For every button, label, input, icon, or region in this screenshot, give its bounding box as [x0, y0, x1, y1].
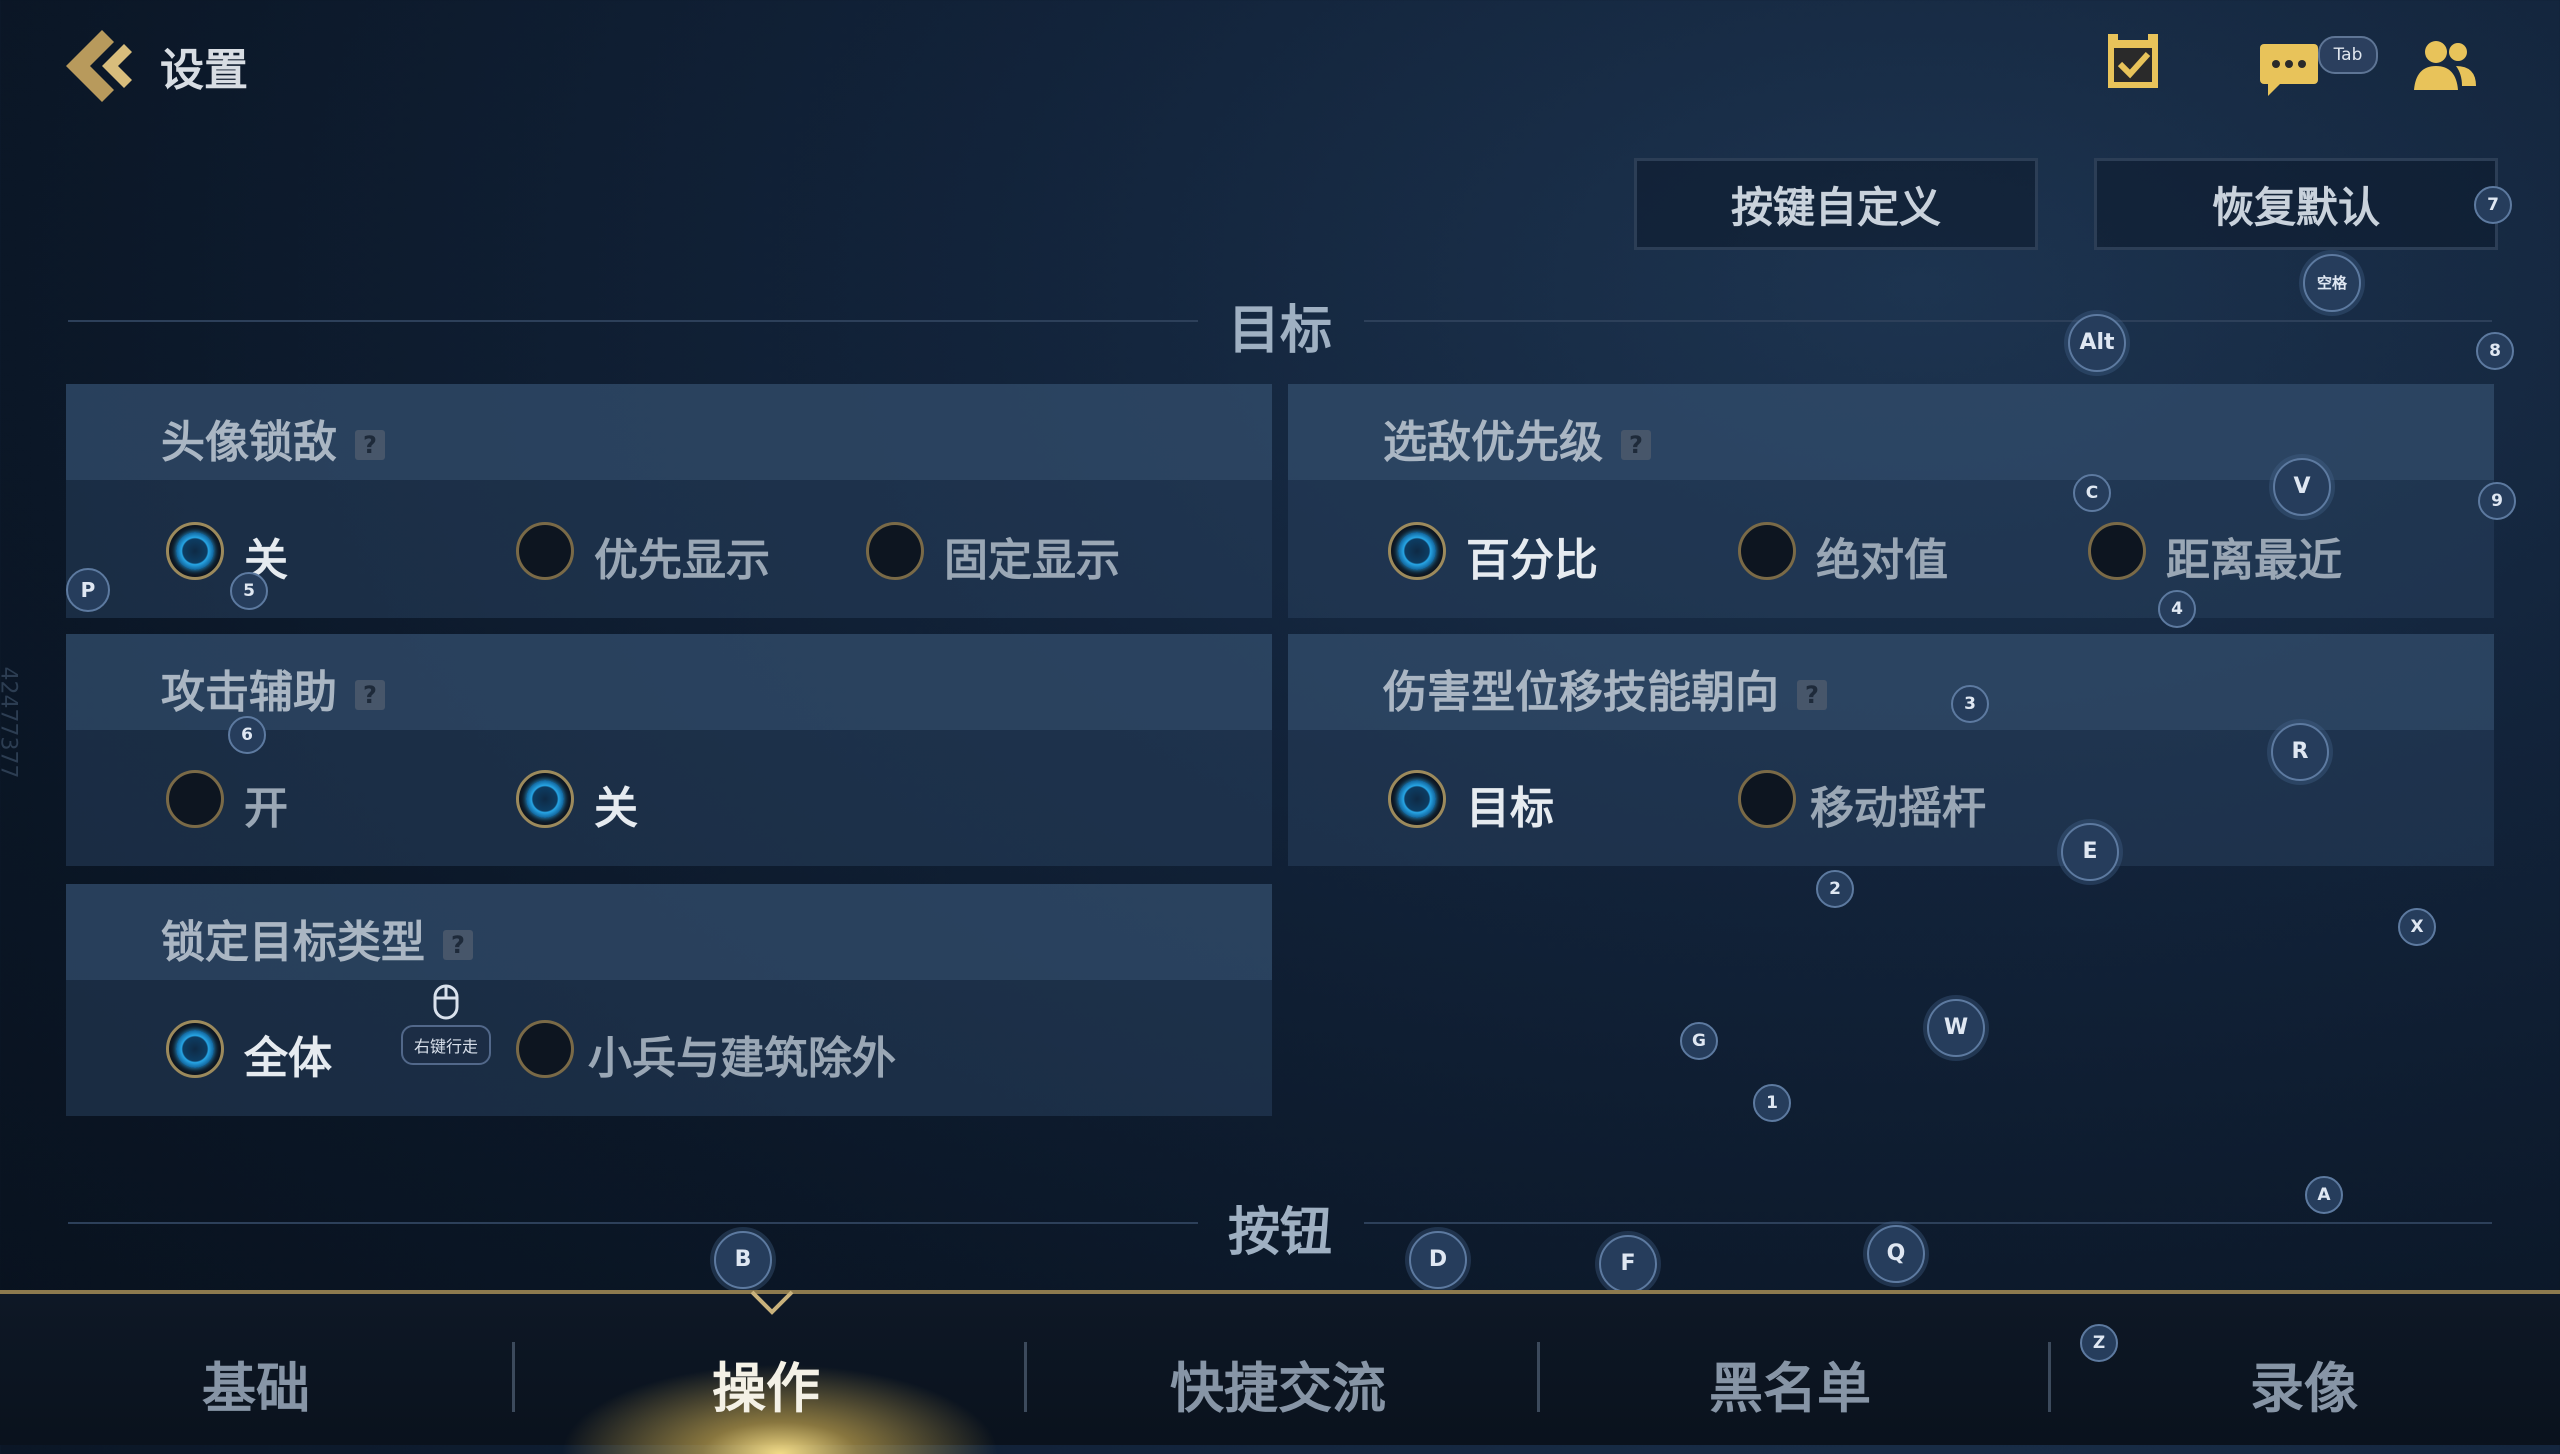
- lock-target-type-label: 锁定目标类型?: [161, 906, 473, 970]
- radio-lock-all[interactable]: [166, 1020, 224, 1078]
- lock-all-label: 全体: [244, 1033, 332, 1084]
- key-hint-alt: Alt: [2068, 314, 2126, 372]
- tab-separator: [512, 1342, 515, 1412]
- help-icon[interactable]: ?: [355, 680, 385, 710]
- key-hint-4: 4: [2158, 590, 2196, 628]
- radio-priority-absolute[interactable]: [1738, 522, 1796, 580]
- avatar-lock-label: 头像锁敌?: [161, 406, 385, 470]
- section-divider: [68, 320, 1198, 322]
- task-check-icon[interactable]: [2104, 34, 2162, 96]
- page-title: 设置: [160, 45, 248, 96]
- radio-avatar-lock-fixed[interactable]: [866, 522, 924, 580]
- key-hint-p: P: [66, 568, 110, 612]
- key-hint-a: A: [2305, 1176, 2343, 1214]
- key-hint-w: W: [1927, 999, 1985, 1057]
- help-icon[interactable]: ?: [355, 430, 385, 460]
- key-hint-z: Z: [2080, 1324, 2118, 1362]
- tab-separator: [1024, 1342, 1027, 1412]
- tab-blacklist[interactable]: 黑名单: [1690, 1344, 1890, 1423]
- tab-basic[interactable]: 基础: [156, 1344, 356, 1423]
- key-hint-6: 6: [228, 716, 266, 754]
- lock-target-type-panel: 锁定目标类型? 全体 小兵与建筑除外: [66, 884, 1272, 1116]
- section-title-target: 目标: [1228, 301, 1333, 361]
- dash-joystick-label: 移动摇杆: [1810, 783, 1986, 834]
- key-hint-q: Q: [1867, 1225, 1925, 1283]
- key-hint-c: C: [2073, 474, 2111, 512]
- right-click-walk-tip: 右键行走: [401, 1025, 491, 1065]
- key-hint-8: 8: [2476, 332, 2514, 370]
- bottom-tab-bar: 基础 操作 快捷交流 黑名单 录像 Z: [0, 1290, 2560, 1454]
- tab-operation[interactable]: 操作: [666, 1344, 866, 1423]
- radio-avatar-lock-off[interactable]: [166, 522, 224, 580]
- radio-dash-target[interactable]: [1388, 770, 1446, 828]
- radio-priority-nearest[interactable]: [2088, 522, 2146, 580]
- side-id-code: 42477377: [0, 666, 21, 779]
- dash-direction-label: 伤害型位移技能朝向?: [1383, 656, 1827, 720]
- avatar-lock-priority-label: 优先显示: [594, 535, 770, 586]
- key-hint-e: E: [2061, 823, 2119, 881]
- tab-replay[interactable]: 录像: [2204, 1344, 2404, 1423]
- active-tab-indicator-icon: [748, 1286, 796, 1320]
- back-arrow-icon[interactable]: [62, 26, 144, 106]
- enemy-priority-label: 选敌优先级?: [1383, 406, 1651, 470]
- radio-attack-assist-off[interactable]: [516, 770, 574, 828]
- key-hint-g: G: [1680, 1022, 1718, 1060]
- key-hint-r: R: [2271, 723, 2329, 781]
- key-hint-1: 1: [1753, 1084, 1791, 1122]
- radio-lock-exclude[interactable]: [516, 1020, 574, 1078]
- help-icon[interactable]: ?: [443, 930, 473, 960]
- key-hint-x: X: [2398, 908, 2436, 946]
- key-hint-b: B: [714, 1231, 772, 1289]
- key-hint-space: 空格: [2303, 254, 2361, 312]
- help-icon[interactable]: ?: [1797, 680, 1827, 710]
- restore-default-button[interactable]: 恢复默认: [2094, 158, 2498, 250]
- key-hint-5: 5: [230, 572, 268, 610]
- attack-assist-on-label: 开: [244, 783, 288, 834]
- avatar-lock-fixed-label: 固定显示: [944, 535, 1120, 586]
- mouse-icon: [432, 984, 460, 1024]
- tab-separator: [1537, 1342, 1540, 1412]
- section-title-buttons: 按钮: [1228, 1203, 1333, 1263]
- key-hint-v: V: [2273, 458, 2331, 516]
- dash-target-label: 目标: [1466, 783, 1554, 834]
- key-hint-3: 3: [1951, 685, 1989, 723]
- chat-hotkey-badge: Tab: [2318, 36, 2378, 74]
- chat-icon[interactable]: [2258, 40, 2320, 102]
- key-hint-f: F: [1599, 1235, 1657, 1293]
- key-hint-9: 9: [2478, 482, 2516, 520]
- section-divider: [1364, 1222, 2492, 1224]
- friends-icon[interactable]: [2412, 38, 2478, 96]
- radio-avatar-lock-priority[interactable]: [516, 522, 574, 580]
- key-hint-2: 2: [1816, 870, 1854, 908]
- section-divider: [68, 1222, 1198, 1224]
- section-divider: [1364, 320, 2492, 322]
- attack-assist-off-label: 关: [594, 783, 638, 834]
- help-icon[interactable]: ?: [1621, 430, 1651, 460]
- radio-priority-percent[interactable]: [1388, 522, 1446, 580]
- priority-percent-label: 百分比: [1466, 535, 1598, 586]
- tab-separator: [2048, 1342, 2051, 1412]
- custom-keys-button[interactable]: 按键自定义: [1634, 158, 2038, 250]
- tab-quick-chat[interactable]: 快捷交流: [1128, 1344, 1428, 1423]
- lock-exclude-label: 小兵与建筑除外: [588, 1033, 896, 1084]
- radio-dash-joystick[interactable]: [1738, 770, 1796, 828]
- attack-assist-label: 攻击辅助?: [161, 656, 385, 720]
- key-hint-7: 7: [2474, 186, 2512, 224]
- priority-nearest-label: 距离最近: [2166, 535, 2342, 586]
- key-hint-d: D: [1409, 1231, 1467, 1289]
- radio-attack-assist-on[interactable]: [166, 770, 224, 828]
- priority-absolute-label: 绝对值: [1816, 535, 1948, 586]
